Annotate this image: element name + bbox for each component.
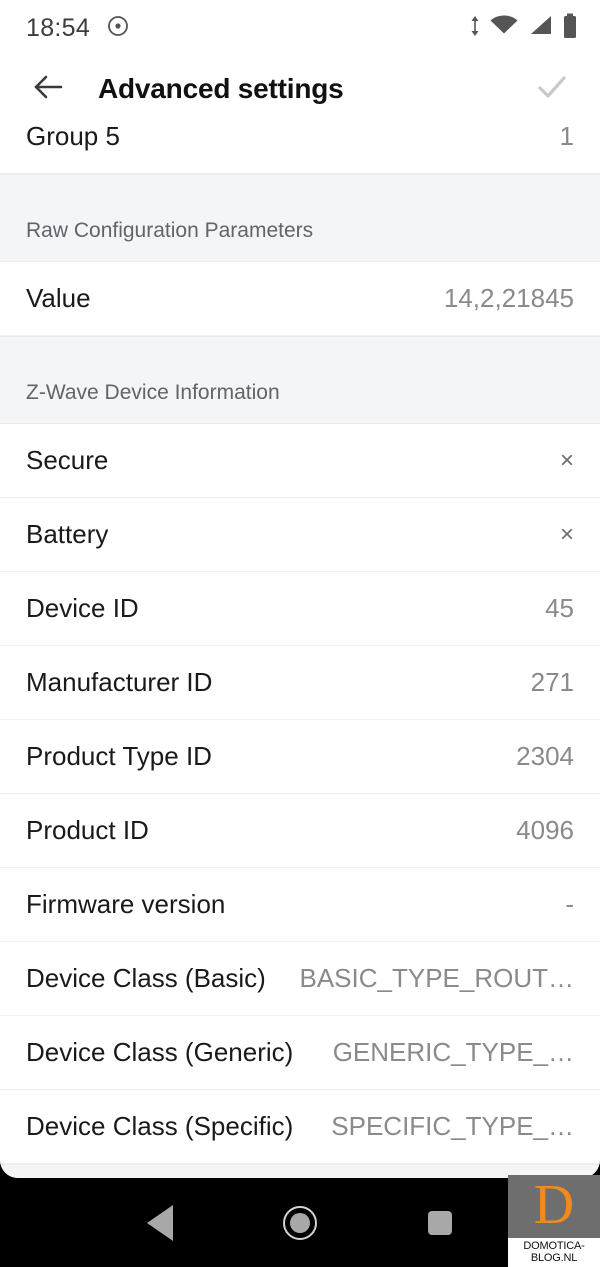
settings-row-value: 14,2,21845: [443, 283, 574, 313]
settings-row[interactable]: Device Class (Basic) BASIC_TYPE_ROUT…: [0, 942, 600, 1016]
status-bar-left: 18:54: [26, 14, 130, 43]
settings-row[interactable]: Firmware version -: [0, 868, 600, 942]
settings-row-label: Device Class (Generic): [26, 1037, 294, 1067]
settings-row-label: Device ID: [26, 593, 139, 623]
watermark-logo: D: [508, 1175, 600, 1238]
section-header: Z-Wave Device Information: [0, 336, 600, 424]
settings-row-label: Device Class (Specific): [26, 1111, 294, 1141]
watermark: D DOMOTICA-BLOG.NL: [508, 1175, 600, 1267]
confirm-button[interactable]: [528, 65, 576, 113]
settings-row-label: Device Class (Basic): [26, 963, 266, 993]
settings-row[interactable]: Group 5 1: [0, 122, 600, 174]
nav-recents-button[interactable]: [410, 1193, 470, 1253]
status-bar-clock: 18:54: [26, 13, 91, 42]
settings-row[interactable]: Manufacturer ID 271: [0, 646, 600, 720]
settings-row-label: Value: [26, 283, 91, 313]
settings-row-value: 2304: [516, 741, 574, 771]
settings-row[interactable]: Value 14,2,21845: [0, 262, 600, 336]
settings-row-label: Product ID: [26, 815, 149, 845]
nav-back-button[interactable]: [130, 1193, 190, 1253]
wifi-icon: [490, 14, 518, 43]
home-dot: [290, 1212, 310, 1233]
settings-row[interactable]: Product ID 4096: [0, 794, 600, 868]
settings-row-value: SPECIFIC_TYPE_…: [331, 1111, 574, 1141]
section-header: Raw Configuration Parameters: [0, 174, 600, 262]
status-bar-right: [469, 13, 578, 44]
settings-row-value: 1: [559, 122, 574, 151]
settings-row-label: Firmware version: [26, 889, 226, 919]
settings-row[interactable]: Secure ×: [0, 424, 600, 498]
triangle-left-icon: [147, 1204, 173, 1241]
settings-row-value: ×: [559, 520, 574, 548]
page-title: Advanced settings: [98, 73, 344, 104]
check-icon: [532, 67, 572, 112]
battery-icon: [562, 13, 578, 44]
nav-home-button[interactable]: [270, 1193, 330, 1253]
settings-row[interactable]: Product Type ID 2304: [0, 720, 600, 794]
settings-row-label: Secure: [26, 445, 109, 475]
app-bar: Advanced settings: [0, 56, 600, 122]
section-header-label: Z-Wave Device Information: [26, 381, 280, 404]
settings-row-value: GENERIC_TYPE_…: [332, 1037, 574, 1067]
watermark-letter: D: [533, 1173, 575, 1236]
phone-screen: 18:54 Advanced settings Group 5 1 Raw Co…: [0, 0, 600, 1267]
settings-row-value: 271: [530, 667, 574, 697]
settings-row[interactable]: Battery ×: [0, 498, 600, 572]
circle-home-icon: [283, 1205, 317, 1240]
settings-row-label: Battery: [26, 519, 109, 549]
settings-row[interactable]: Device Class (Generic) GENERIC_TYPE_…: [0, 1016, 600, 1090]
arrow-left-icon: [30, 69, 66, 110]
settings-list-inner: Group 5 1 Raw Configuration Parameters Valu…: [0, 122, 600, 1178]
settings-row-value: BASIC_TYPE_ROUT…: [299, 963, 574, 993]
square-recents-icon: [428, 1210, 452, 1235]
status-bar: 18:54: [0, 0, 600, 56]
settings-row[interactable]: Device ID 45: [0, 572, 600, 646]
cell-signal-icon: [527, 14, 553, 43]
settings-row-value: 45: [545, 593, 574, 623]
data-transfer-icon: [469, 14, 481, 43]
settings-row-label: Product Type ID: [26, 741, 212, 771]
settings-row-value: ×: [559, 446, 574, 474]
settings-row-value: -: [565, 889, 574, 919]
circle-dot-icon: [106, 14, 130, 43]
settings-row-label: Group 5: [26, 122, 120, 151]
settings-row-value: 4096: [516, 815, 574, 845]
section-header-label: Raw Configuration Parameters: [26, 219, 314, 242]
settings-row[interactable]: Device Class (Specific) SPECIFIC_TYPE_…: [0, 1090, 600, 1164]
back-button[interactable]: [26, 67, 70, 111]
settings-row-label: Manufacturer ID: [26, 667, 213, 697]
settings-list[interactable]: Group 5 1 Raw Configuration Parameters Valu…: [0, 122, 600, 1178]
watermark-label: DOMOTICA-BLOG.NL: [508, 1238, 600, 1267]
